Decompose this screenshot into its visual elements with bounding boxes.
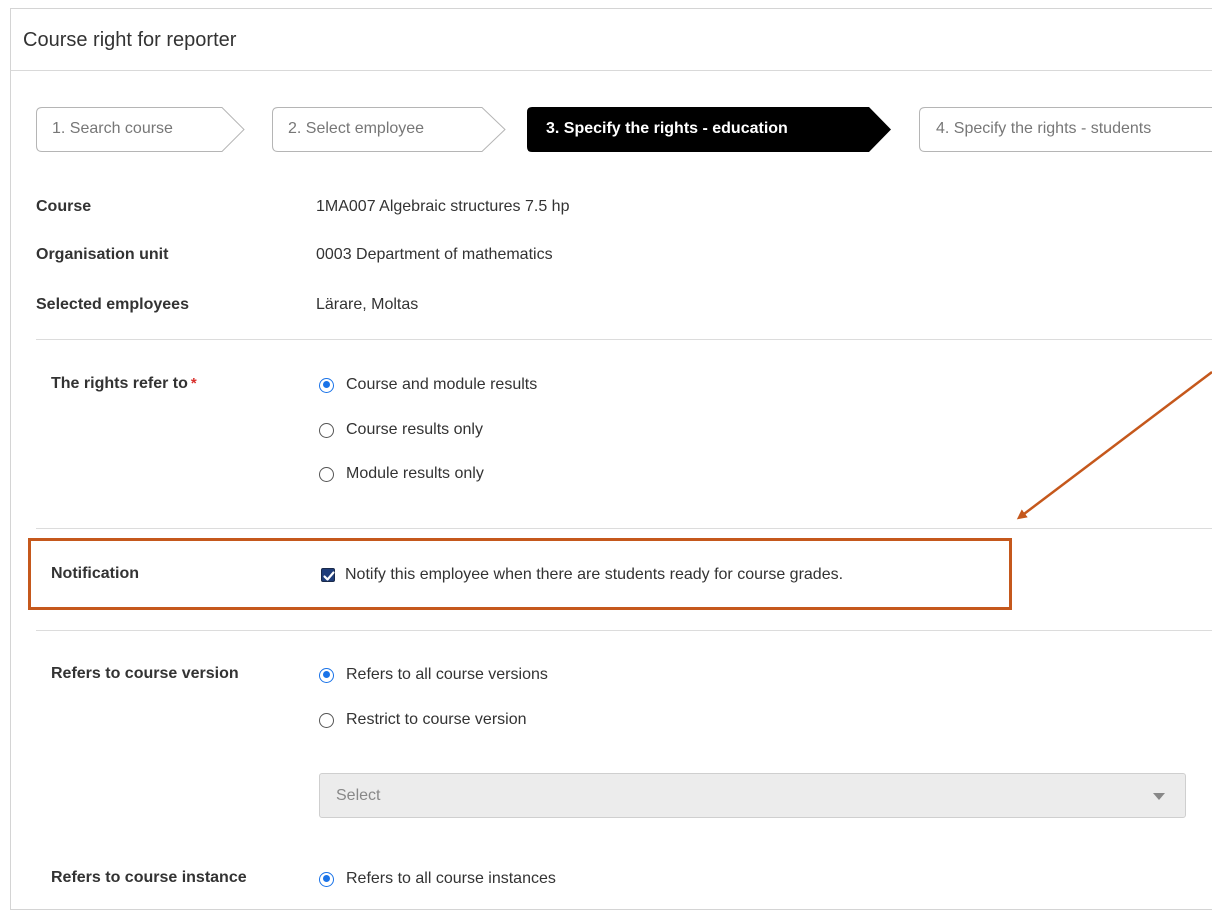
radio-button[interactable] bbox=[319, 871, 334, 887]
step-specify-rights-education[interactable]: 3. Specify the rights - education bbox=[527, 107, 891, 152]
notification-checkbox[interactable] bbox=[321, 568, 335, 582]
select-placeholder: Select bbox=[336, 787, 381, 804]
check-icon bbox=[323, 571, 335, 581]
radio-button[interactable] bbox=[319, 466, 334, 482]
step-search-course[interactable]: 1. Search course bbox=[36, 107, 246, 152]
rights-refer-label: The rights refer to * bbox=[51, 375, 197, 393]
course-value: 1MA007 Algebraic structures 7.5 hp bbox=[316, 198, 570, 215]
divider bbox=[36, 630, 1212, 631]
notification-label: Notification bbox=[51, 565, 139, 582]
radio-label: Course and module results bbox=[346, 376, 538, 393]
radio-label: Refers to all course versions bbox=[346, 666, 548, 683]
step-select-employee[interactable]: 2. Select employee bbox=[272, 107, 507, 152]
radio-label: Restrict to course version bbox=[346, 711, 527, 728]
course-version-label: Refers to course version bbox=[51, 665, 239, 682]
organisation-unit-value: 0003 Department of mathematics bbox=[316, 246, 553, 263]
course-version-select[interactable]: Select bbox=[319, 773, 1186, 818]
divider bbox=[36, 528, 1212, 529]
radio-button[interactable] bbox=[319, 712, 334, 728]
radio-label: Course results only bbox=[346, 421, 483, 438]
chevron-down-icon bbox=[1153, 793, 1165, 800]
radio-all-course-versions[interactable]: Refers to all course versions bbox=[319, 664, 548, 686]
step-label: 4. Specify the rights - students bbox=[936, 120, 1152, 137]
radio-button[interactable] bbox=[319, 422, 334, 438]
radio-all-course-instances[interactable]: Refers to all course instances bbox=[319, 868, 556, 890]
rights-refer-label-text: The rights refer to bbox=[51, 375, 188, 392]
radio-module-results-only[interactable]: Module results only bbox=[319, 463, 484, 485]
radio-restrict-course-version[interactable]: Restrict to course version bbox=[319, 709, 527, 731]
radio-course-results-only[interactable]: Course results only bbox=[319, 419, 483, 441]
page-title: Course right for reporter bbox=[23, 29, 237, 51]
radio-label: Module results only bbox=[346, 465, 484, 482]
required-mark: * bbox=[190, 375, 197, 392]
step-label: 3. Specify the rights - education bbox=[546, 120, 788, 137]
step-label: 1. Search course bbox=[52, 120, 173, 137]
divider bbox=[36, 339, 1212, 340]
panel-header: Course right for reporter bbox=[10, 8, 1212, 71]
course-label: Course bbox=[36, 198, 92, 215]
radio-label: Refers to all course instances bbox=[346, 870, 556, 887]
notification-checkbox-row[interactable]: Notify this employee when there are stud… bbox=[321, 564, 843, 586]
organisation-unit-label: Organisation unit bbox=[36, 246, 169, 263]
step-label: 2. Select employee bbox=[288, 120, 425, 137]
selected-employees-label: Selected employees bbox=[36, 296, 189, 313]
radio-button[interactable] bbox=[319, 377, 334, 393]
step-specify-rights-students[interactable]: 4. Specify the rights - students bbox=[919, 107, 1212, 152]
radio-button[interactable] bbox=[319, 667, 334, 683]
course-instance-label: Refers to course instance bbox=[51, 869, 247, 886]
selected-employees-value: Lärare, Moltas bbox=[316, 296, 419, 313]
radio-course-and-module-results[interactable]: Course and module results bbox=[319, 374, 537, 396]
notification-checkbox-label: Notify this employee when there are stud… bbox=[345, 566, 844, 583]
